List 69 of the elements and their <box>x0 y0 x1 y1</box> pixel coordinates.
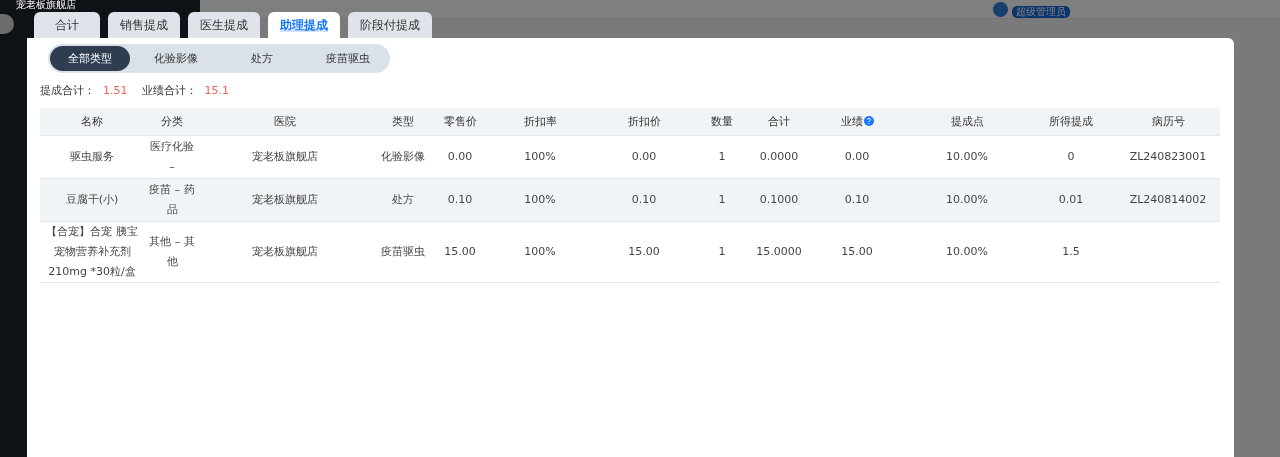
table-cell: 1 <box>718 244 726 258</box>
table-cell: 宠老板旗舰店 <box>252 192 318 206</box>
summary-label: 业绩合计： <box>141 83 197 98</box>
tab[interactable]: 合计 <box>34 12 100 38</box>
table-cell: 15.00 <box>444 244 476 258</box>
column-header: 医院 <box>274 113 296 129</box>
column-header: 类型 <box>392 113 414 129</box>
tab[interactable]: 阶段付提成 <box>348 12 432 38</box>
table-cell: 100% <box>524 192 556 206</box>
help-icon[interactable] <box>863 116 874 127</box>
table-cell: 100% <box>524 149 556 163</box>
store-name: 宠老板旗舰店 <box>16 0 76 10</box>
table-cell-text: 驱虫服务 <box>70 148 114 165</box>
table-cell: 0.01 <box>1058 192 1084 206</box>
table-cell: ZL240814002 <box>1129 192 1207 206</box>
column-header: 折扣价 <box>627 113 661 129</box>
table-cell: 0 <box>1067 149 1075 163</box>
column-header: 分类 <box>161 113 183 129</box>
table-cell: 10.00% <box>946 149 988 163</box>
table-cell: 15.0000 <box>756 244 802 258</box>
column-header: 零售价 <box>443 113 477 129</box>
tab[interactable]: 销售提成 <box>108 12 180 38</box>
table-cell: 15.00 <box>628 244 660 258</box>
column-header: 业绩 <box>840 113 863 129</box>
table-cell: 15.00 <box>841 244 873 258</box>
logo-icon <box>993 1 1008 17</box>
table-cell: 0.10 <box>631 192 657 206</box>
table-cell-text: 豆腐干(小) <box>65 191 119 208</box>
table-cell: 0.0000 <box>759 149 799 163</box>
table-cell: 0.10 <box>447 192 473 206</box>
table-cell: 0.10 <box>844 192 870 206</box>
column-header: 名称 <box>81 113 103 129</box>
filter-option[interactable]: 全部类型 <box>50 46 130 71</box>
column-header: 数量 <box>711 113 733 129</box>
table-cell: 宠老板旗舰店 <box>252 244 318 258</box>
table-cell-text: 其他 – 其他 <box>148 233 196 270</box>
tab[interactable]: 医生提成 <box>188 12 260 38</box>
table-cell: 1.5 <box>1062 244 1080 258</box>
table-cell: 0.1000 <box>759 192 799 206</box>
summary-value: 15.1 <box>204 84 229 97</box>
filter-option[interactable]: 处方 <box>222 46 302 71</box>
table-cell: 化验影像 <box>381 149 425 163</box>
filter-option[interactable]: 疫苗驱虫 <box>308 46 388 71</box>
table-cell: 宠老板旗舰店 <box>252 149 318 163</box>
table-cell: 1 <box>718 192 726 206</box>
table-cell: 疫苗驱虫 <box>381 244 425 258</box>
table-cell: 10.00% <box>946 192 988 206</box>
summary-label: 提成合计： <box>40 83 95 98</box>
table-cell: ZL240823001 <box>1129 149 1207 163</box>
column-header: 合计 <box>768 113 790 129</box>
table-cell: 100% <box>524 244 556 258</box>
table-cell: 10.00% <box>946 244 988 258</box>
column-header: 折扣率 <box>523 113 557 129</box>
table-cell-text: 疫苗 – 药品 <box>148 181 196 218</box>
tab[interactable]: 助理提成 <box>268 12 340 38</box>
table-cell-text: 【合宠】合宠 胰宝宠物营养补充剂 210mg *30粒/盒 <box>45 223 139 280</box>
column-header: 提成点 <box>950 113 984 129</box>
table-cell-text: 医疗化验 – <box>149 138 195 175</box>
table-cell: 0.00 <box>631 149 657 163</box>
table-cell: 0.00 <box>844 149 870 163</box>
table-cell: 0.00 <box>447 149 473 163</box>
filter-option[interactable]: 化验影像 <box>136 46 216 71</box>
avatar-icon <box>0 14 14 34</box>
table-cell: 1 <box>718 149 726 163</box>
summary-value: 1.51 <box>103 84 128 97</box>
column-header: 病历号 <box>1151 113 1185 129</box>
table-cell: 处方 <box>392 192 414 206</box>
column-header: 所得提成 <box>1049 113 1093 129</box>
role-badge: 超级管理员 <box>1012 6 1070 18</box>
